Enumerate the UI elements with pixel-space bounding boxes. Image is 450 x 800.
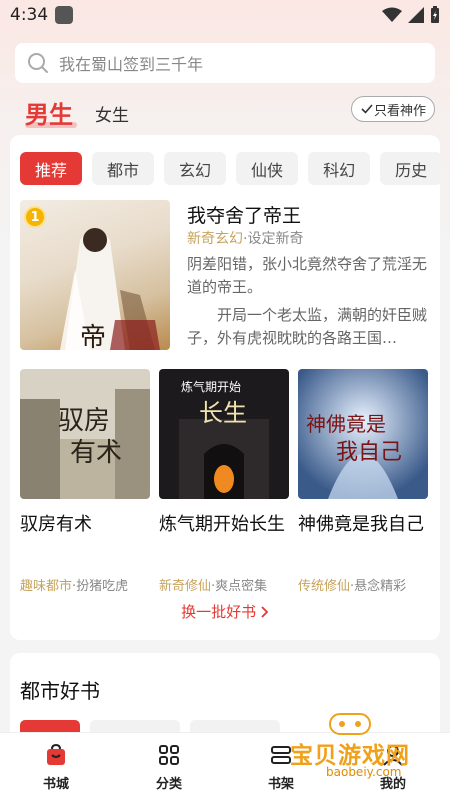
book-title: 炼气期开始长生 — [159, 514, 285, 535]
search-bar[interactable]: 我在蜀山签到三千年 — [15, 43, 435, 83]
book-tag-suffix: ·扮猪吃虎 — [72, 579, 129, 594]
category-tabs: 推荐 都市 玄幻 仙侠 科幻 历史 — [20, 152, 440, 186]
svg-text:炼气期开始: 炼气期开始 — [181, 379, 241, 394]
refresh-label: 换一批好书 — [181, 603, 257, 621]
nav-label: 分类 — [155, 777, 182, 792]
cover-illustration: 神佛竟是 我自己 — [298, 369, 428, 499]
chevron-right-icon — [261, 606, 269, 618]
category-tab-recommend[interactable]: 推荐 — [20, 152, 83, 185]
book-tag-suffix: ·爽点密集 — [211, 579, 268, 594]
book-meta: 新奇修仙·爽点密集 — [159, 575, 289, 594]
gender-tabs: 男生 女生 只看神作 — [25, 95, 435, 131]
featured-book-cover[interactable]: 帝 1 — [20, 200, 170, 350]
book-meta: 传统修仙·悬念精彩 — [298, 575, 428, 594]
book-item[interactable]: 神佛竟是 我自己 神佛竟是我自己 传统修仙·悬念精彩 — [298, 369, 428, 594]
featured-book-title[interactable]: 我夺舍了帝王 — [187, 201, 301, 228]
svg-text:帝: 帝 — [80, 323, 106, 350]
book-tag-suffix: ·悬念精彩 — [350, 579, 407, 594]
rank-badge: 1 — [24, 206, 46, 228]
status-icons — [382, 6, 440, 24]
svg-text:有术: 有术 — [70, 438, 122, 468]
gamepad-icon — [329, 713, 371, 735]
nav-category[interactable]: 分类 — [134, 743, 204, 792]
category-tab-scifi[interactable]: 科幻 — [308, 152, 371, 185]
featured-book-tag-suffix: ·设定新奇 — [243, 231, 304, 247]
section-title: 都市好书 — [20, 679, 100, 703]
book-cover: 炼气期开始 长生 — [159, 369, 289, 499]
cover-illustration: 驭房 有术 — [20, 369, 150, 499]
check-icon — [361, 104, 373, 114]
search-icon — [28, 53, 48, 73]
status-time: 4:34 — [10, 5, 49, 25]
nav-bookstore[interactable]: 书城 — [21, 743, 91, 792]
status-bar: 4:34 — [0, 0, 450, 30]
book-tag: 传统修仙 — [298, 579, 351, 594]
featured-book-tag: 新奇玄幻 — [187, 231, 243, 247]
book-meta: 趣味都市·扮猪吃虎 — [20, 575, 150, 594]
book-title: 神佛竟是我自己 — [298, 514, 424, 535]
svg-text:驭房: 驭房 — [58, 406, 110, 436]
svg-text:神佛竟是: 神佛竟是 — [306, 412, 386, 436]
signal-icon — [408, 7, 424, 23]
grid-icon — [159, 745, 179, 765]
featured-desc-line2: 开局一个老太监，满朝的奸臣贼子，外有虎视眈眈的各路王国… — [187, 306, 428, 347]
svg-text:长生: 长生 — [199, 399, 247, 427]
refresh-books-link[interactable]: 换一批好书 — [10, 601, 440, 622]
search-placeholder: 我在蜀山签到三千年 — [59, 55, 204, 74]
watermark: 宝贝游戏网 baobeiy.com — [290, 708, 440, 780]
book-item[interactable]: 驭房 有术 驭房有术 趣味都市·扮猪吃虎 — [20, 369, 150, 594]
featured-desc-line1: 阴差阳错，张小北竟然夺舍了荒淫无道的帝王。 — [187, 255, 428, 296]
tab-female[interactable]: 女生 — [95, 101, 129, 126]
bag-icon — [47, 743, 65, 765]
battery-icon — [431, 6, 439, 23]
recommend-card: 推荐 都市 玄幻 仙侠 科幻 历史 帝 1 我夺舍了帝王 新奇玄幻·设定新奇 阴… — [10, 135, 440, 640]
app-notification-icon — [55, 6, 73, 24]
featured-book-desc: 阴差阳错，张小北竟然夺舍了荒淫无道的帝王。 开局一个老太监，满朝的奸臣贼子，外有… — [187, 253, 432, 355]
god-only-label: 只看神作 — [373, 103, 426, 119]
cover-illustration: 炼气期开始 长生 — [159, 369, 289, 499]
category-tab-history[interactable]: 历史 — [380, 152, 440, 185]
category-tab-xianxia[interactable]: 仙侠 — [236, 152, 299, 185]
wifi-icon — [382, 7, 402, 22]
featured-book-meta: 新奇玄幻·设定新奇 — [187, 228, 303, 248]
category-tab-fantasy[interactable]: 玄幻 — [164, 152, 227, 185]
book-tag: 趣味都市 — [20, 579, 73, 594]
nav-label: 书城 — [42, 777, 69, 792]
book-title: 驭房有术 — [20, 514, 92, 535]
book-cover: 驭房 有术 — [20, 369, 150, 499]
book-tag: 新奇修仙 — [159, 579, 212, 594]
god-only-toggle[interactable]: 只看神作 — [350, 96, 435, 122]
tab-male[interactable]: 男生 — [25, 95, 73, 130]
book-item[interactable]: 炼气期开始 长生 炼气期开始长生 新奇修仙·爽点密集 — [159, 369, 289, 594]
book-cover: 神佛竟是 我自己 — [298, 369, 428, 499]
category-tab-city[interactable]: 都市 — [92, 152, 155, 185]
watermark-url: baobeiy.com — [326, 765, 402, 779]
svg-text:我自己: 我自己 — [336, 440, 402, 465]
